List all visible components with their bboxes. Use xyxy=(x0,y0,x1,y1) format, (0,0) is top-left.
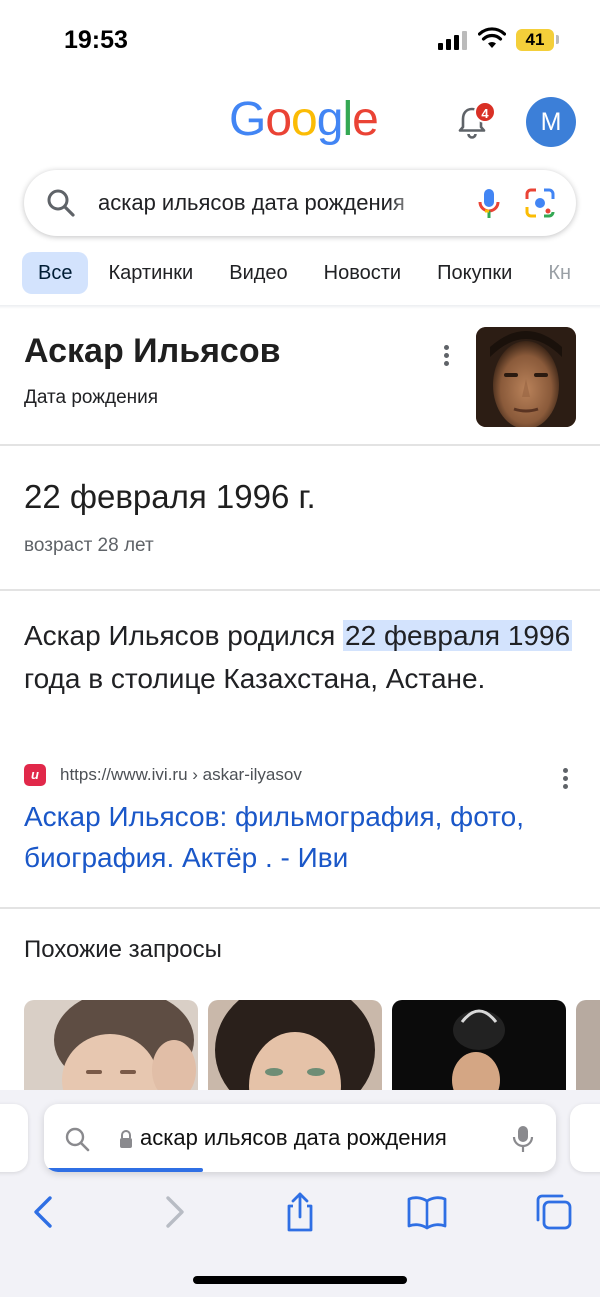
entity-photo[interactable] xyxy=(476,327,576,427)
search-input[interactable]: аскар ильясов дата рождения xyxy=(98,190,428,216)
tabs-overview-icon[interactable] xyxy=(532,1190,576,1234)
ivi-favicon-icon: и xyxy=(24,764,46,786)
related-image[interactable] xyxy=(392,1000,566,1100)
tab-shopping[interactable]: Покупки xyxy=(421,252,528,294)
related-image[interactable] xyxy=(576,1000,600,1100)
result-title-link[interactable]: Аскар Ильясов: фильмография, фото, биогр… xyxy=(24,796,580,878)
related-image[interactable] xyxy=(208,1000,382,1100)
next-tab-preview[interactable] xyxy=(570,1104,600,1172)
result-more-options-icon[interactable] xyxy=(563,768,569,792)
tab-books[interactable]: Кн xyxy=(532,252,587,294)
divider xyxy=(0,589,600,591)
search-icon xyxy=(65,1127,90,1152)
clock: 19:53 xyxy=(64,26,128,54)
bookmarks-book-icon[interactable] xyxy=(405,1190,449,1234)
divider xyxy=(0,444,600,446)
tab-images[interactable]: Картинки xyxy=(92,252,209,294)
account-avatar[interactable]: M xyxy=(526,97,576,147)
search-icon xyxy=(47,189,75,217)
entity-title[interactable]: Аскар Ильясов xyxy=(24,332,281,371)
status-bar: 19:53 41 xyxy=(0,0,600,80)
home-indicator xyxy=(193,1276,407,1284)
birth-date: 22 февраля 1996 г. xyxy=(24,478,316,515)
battery-icon: 41 xyxy=(516,29,554,51)
voice-search-icon[interactable] xyxy=(476,187,502,221)
snippet-highlight: 22 февраля 1996 xyxy=(343,620,573,651)
previous-tab-preview[interactable] xyxy=(0,1104,28,1172)
tab-videos[interactable]: Видео xyxy=(213,252,303,294)
result-url[interactable]: https://www.ivi.ru › askar-ilyasov xyxy=(60,765,302,785)
related-searches-carousel[interactable] xyxy=(24,1000,600,1100)
battery-tip xyxy=(556,35,559,44)
search-tabs: Все Картинки Видео Новости Покупки Кн xyxy=(22,252,600,296)
cellular-signal-icon xyxy=(438,30,468,50)
back-chevron-icon[interactable] xyxy=(22,1190,66,1234)
divider xyxy=(0,907,600,909)
page-load-progress xyxy=(44,1168,203,1172)
voice-input-icon[interactable] xyxy=(512,1124,534,1154)
search-box[interactable]: аскар ильясов дата рождения xyxy=(24,170,576,236)
google-lens-icon[interactable] xyxy=(524,187,556,219)
tab-news[interactable]: Новости xyxy=(308,252,417,294)
notification-badge: 4 xyxy=(474,101,496,123)
related-searches-title: Похожие запросы xyxy=(24,936,222,963)
featured-snippet-text: Аскар Ильясов родился 22 февраля 1996 го… xyxy=(24,614,576,700)
tabs-shadow xyxy=(0,305,600,309)
share-icon[interactable] xyxy=(278,1190,322,1234)
related-image[interactable] xyxy=(24,1000,198,1100)
lock-icon xyxy=(120,1130,132,1148)
google-logo[interactable]: Google xyxy=(229,92,379,147)
address-bar[interactable]: аскар ильясов дата рождения xyxy=(44,1104,556,1172)
entity-subtitle: Дата рождения xyxy=(24,387,159,408)
forward-chevron-icon[interactable] xyxy=(152,1190,196,1234)
wifi-icon xyxy=(478,27,506,48)
snippet-text-before: Аскар Ильясов родился xyxy=(24,620,344,651)
entity-more-options-icon[interactable] xyxy=(444,345,450,369)
tab-all[interactable]: Все xyxy=(22,252,89,294)
address-text[interactable]: аскар ильясов дата рождения xyxy=(140,1125,500,1151)
snippet-text-after: года в столице Казахстана, Астане. xyxy=(24,663,486,694)
age: возраст 28 лет xyxy=(24,535,154,556)
